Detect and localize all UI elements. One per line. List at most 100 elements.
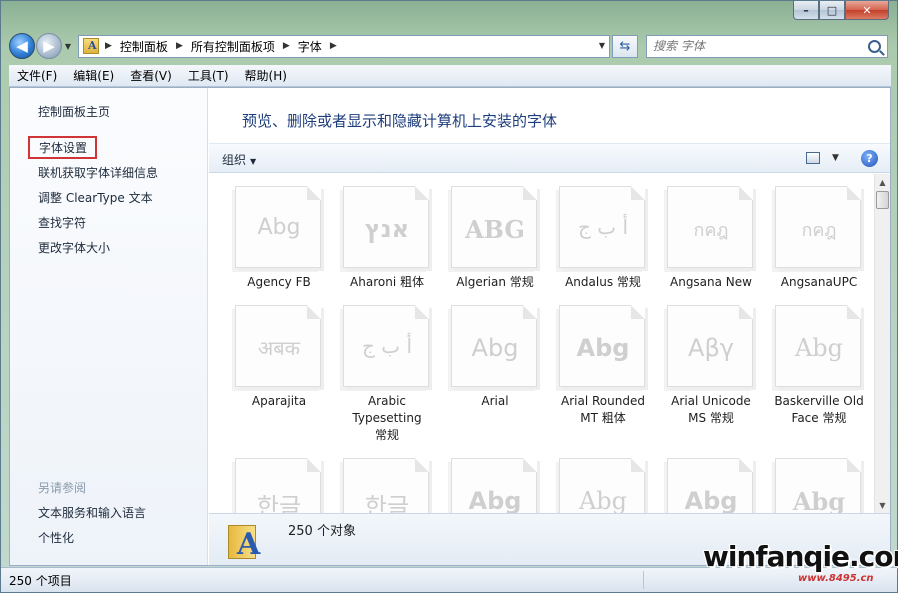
find-character-link[interactable]: 查找字符 bbox=[38, 214, 86, 231]
help-icon[interactable]: ? bbox=[861, 150, 878, 167]
font-preview-icon: Abg bbox=[775, 458, 861, 513]
font-tile-aparajita[interactable]: अबक Aparajita bbox=[225, 293, 333, 412]
minimize-button[interactable]: – bbox=[793, 1, 819, 20]
text-services-link[interactable]: 文本服务和输入语言 bbox=[38, 504, 146, 521]
chevron-right-icon[interactable]: ▶ bbox=[105, 41, 112, 51]
forward-arrow-icon: ▶ bbox=[43, 37, 55, 55]
font-tile-arial[interactable]: Abg Arial bbox=[441, 293, 549, 412]
search-input[interactable] bbox=[653, 39, 853, 53]
font-sample: Abg bbox=[576, 334, 630, 362]
scroll-down-icon[interactable]: ▼ bbox=[875, 497, 890, 513]
font-sample: Abg bbox=[257, 215, 301, 240]
font-name: Algerian 常规 bbox=[456, 275, 534, 289]
font-name: Arial bbox=[481, 394, 509, 408]
font-preview-icon: अबक bbox=[235, 305, 321, 387]
scrollbar-thumb[interactable] bbox=[876, 191, 889, 209]
maximize-button[interactable]: □ bbox=[819, 1, 845, 20]
font-preview-icon: กคฎ bbox=[667, 186, 753, 268]
change-font-size-link[interactable]: 更改字体大小 bbox=[38, 239, 110, 256]
command-bar: 组织 ▼ ▼ ? bbox=[209, 143, 890, 173]
font-tile[interactable]: 한글 bbox=[333, 446, 441, 513]
font-tile-angsana-new[interactable]: กคฎ Angsana New bbox=[657, 174, 765, 293]
font-sample: Abg bbox=[468, 487, 522, 513]
search-icon[interactable] bbox=[868, 39, 881, 53]
adjust-cleartype-link[interactable]: 调整 ClearType 文本 bbox=[38, 189, 153, 206]
font-settings-link[interactable]: 字体设置 bbox=[28, 136, 98, 159]
font-sample: Abg bbox=[792, 487, 846, 513]
font-sample: 한글 bbox=[364, 493, 410, 513]
back-button[interactable]: ◀ bbox=[9, 33, 35, 59]
chevron-right-icon[interactable]: ▶ bbox=[176, 41, 183, 51]
close-button[interactable]: ✕ bbox=[845, 1, 889, 20]
font-letter-glyph: A bbox=[237, 527, 261, 562]
font-preview-icon: أ ب ج bbox=[343, 305, 429, 387]
font-name: Aparajita bbox=[251, 394, 307, 408]
scroll-up-icon[interactable]: ▲ bbox=[875, 174, 890, 190]
forward-button[interactable]: ▶ bbox=[36, 33, 62, 59]
font-tile[interactable]: Abg bbox=[657, 446, 765, 513]
font-preview-icon: Abg bbox=[451, 305, 537, 387]
menu-edit[interactable]: 编辑(E) bbox=[65, 67, 122, 84]
font-sample: Abg bbox=[684, 487, 738, 513]
font-tile[interactable]: Abg bbox=[549, 446, 657, 513]
recent-pages-dropdown[interactable]: ▼ bbox=[62, 42, 74, 51]
chevron-right-icon[interactable]: ▶ bbox=[330, 41, 337, 51]
font-tile-agency-fb[interactable]: Abg Agency FB bbox=[225, 174, 333, 293]
font-preview-icon: 한글 bbox=[343, 458, 429, 513]
explorer-window: – □ ✕ ◀ ▶ ▼ ▶ 控制面板 ▶ 所有控制面板项 ▶ 字体 ▶ ▼ ⇆ … bbox=[0, 0, 898, 593]
breadcrumb-fonts[interactable]: 字体 bbox=[298, 38, 322, 55]
font-tile-aharoni[interactable]: אנץ Aharoni 粗体 bbox=[333, 174, 441, 293]
font-tile-arial-unicode[interactable]: Αβγ Arial Unicode MS 常规 bbox=[657, 293, 765, 425]
font-sample: أ ب ج bbox=[577, 215, 628, 239]
client-area: 控制面板主页 字体设置 联机获取字体详细信息 调整 ClearType 文本 查… bbox=[9, 87, 891, 566]
address-bar[interactable]: ▶ 控制面板 ▶ 所有控制面板项 ▶ 字体 ▶ ▼ bbox=[78, 34, 610, 58]
font-tile-andalus[interactable]: أ ب ج Andalus 常规 bbox=[549, 174, 657, 293]
font-tile-arial-rounded[interactable]: Abg Arial Rounded MT 粗体 bbox=[549, 293, 657, 425]
page-title: 预览、删除或者显示和隐藏计算机上安装的字体 bbox=[242, 112, 558, 130]
back-arrow-icon: ◀ bbox=[16, 37, 28, 55]
font-tile[interactable]: Abg bbox=[441, 446, 549, 513]
change-view-icon[interactable] bbox=[806, 152, 820, 164]
menu-view[interactable]: 查看(V) bbox=[122, 67, 180, 84]
content-pane: 预览、删除或者显示和隐藏计算机上安装的字体 组织 ▼ ▼ ? Abg Agency… bbox=[209, 88, 890, 565]
control-panel-home-link[interactable]: 控制面板主页 bbox=[38, 103, 110, 120]
breadcrumb-control-panel[interactable]: 控制面板 bbox=[120, 38, 168, 55]
item-count: 250 个项目 bbox=[9, 574, 72, 588]
organize-button[interactable]: 组织 ▼ bbox=[222, 151, 256, 168]
font-name: Arial Rounded MT 粗体 bbox=[561, 394, 645, 425]
font-sample: ABG bbox=[465, 215, 525, 244]
task-pane: 控制面板主页 字体设置 联机获取字体详细信息 调整 ClearType 文本 查… bbox=[10, 88, 208, 565]
get-font-info-online-link[interactable]: 联机获取字体详细信息 bbox=[38, 164, 158, 181]
font-sample: अबक bbox=[257, 336, 301, 360]
font-preview-icon: אנץ bbox=[343, 186, 429, 268]
font-preview-icon: Abg bbox=[451, 458, 537, 513]
vertical-scrollbar[interactable]: ▲ ▼ bbox=[874, 174, 890, 513]
font-tile-arabic-typesetting[interactable]: أ ب ج Arabic Typesetting 常规 bbox=[333, 293, 441, 442]
font-name: Aharoni 粗体 bbox=[350, 275, 424, 289]
view-options-dropdown-icon[interactable]: ▼ bbox=[832, 153, 839, 163]
refresh-button[interactable]: ⇆ bbox=[612, 34, 638, 58]
personalization-link[interactable]: 个性化 bbox=[38, 529, 74, 546]
watermark-text: winfanqie.com bbox=[703, 540, 898, 573]
font-tile[interactable]: Abg bbox=[765, 446, 873, 513]
font-tile-algerian[interactable]: ABG Algerian 常规 bbox=[441, 174, 549, 293]
menu-file[interactable]: 文件(F) bbox=[9, 67, 65, 84]
font-preview-icon: Abg bbox=[775, 305, 861, 387]
menu-tools[interactable]: 工具(T) bbox=[180, 67, 237, 84]
font-sample: 한글 bbox=[256, 493, 302, 513]
font-tile-baskerville[interactable]: Abg Baskerville Old Face 常规 bbox=[765, 293, 873, 425]
font-sample: กคฎ bbox=[801, 220, 837, 241]
breadcrumb-all-items[interactable]: 所有控制面板项 bbox=[191, 38, 275, 55]
watermark: winfanqie.com www.8495.cn bbox=[703, 540, 898, 588]
font-tile-angsanaupc[interactable]: กคฎ AngsanaUPC bbox=[765, 174, 873, 293]
search-box[interactable] bbox=[646, 34, 888, 58]
chevron-right-icon[interactable]: ▶ bbox=[283, 41, 290, 51]
font-name: Angsana New bbox=[670, 275, 752, 289]
menu-help[interactable]: 帮助(H) bbox=[237, 67, 295, 84]
address-dropdown-icon[interactable]: ▼ bbox=[599, 41, 605, 50]
chevron-down-icon: ▼ bbox=[250, 157, 257, 166]
font-sample: Abg bbox=[794, 334, 844, 362]
caption-buttons: – □ ✕ bbox=[793, 1, 889, 20]
font-tile[interactable]: 한글 bbox=[225, 446, 333, 513]
menu-bar: 文件(F) 编辑(E) 查看(V) 工具(T) 帮助(H) bbox=[9, 65, 891, 87]
